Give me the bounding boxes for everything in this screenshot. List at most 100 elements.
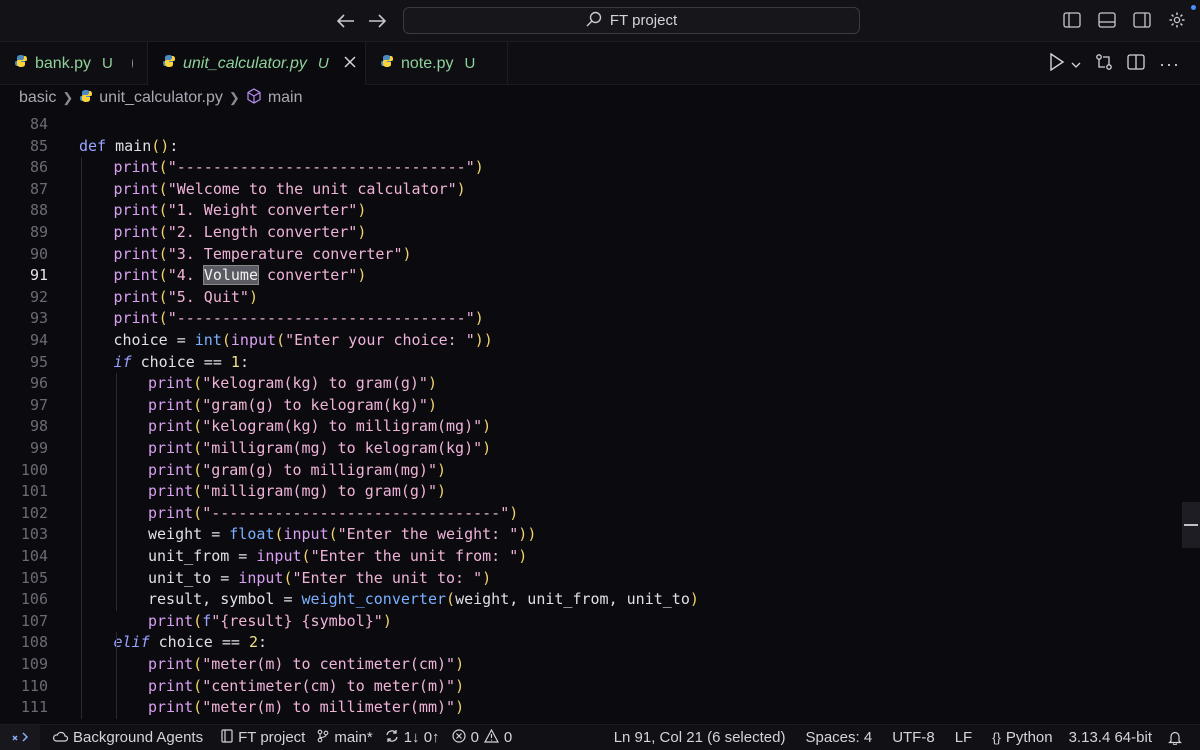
breadcrumb-symbol[interactable]: main xyxy=(268,89,303,107)
code-text: print("centimeter(cm) to meter(m)") xyxy=(148,676,465,695)
code-line[interactable]: 85 def main(): xyxy=(0,136,1160,158)
project-item[interactable]: FT project xyxy=(215,728,311,747)
selected-text: Volume xyxy=(202,265,260,286)
close-icon[interactable] xyxy=(344,55,356,73)
code-line[interactable]: 101 print("milligram(mg) to gram(g)") xyxy=(0,481,1160,503)
code-line[interactable]: 98 print("kelogram(kg) to milligram(mg)") xyxy=(0,416,1160,438)
code-line[interactable]: 104 unit_from = input("Enter the unit fro… xyxy=(0,546,1160,568)
code-text: def main(): xyxy=(79,136,179,155)
more-actions-icon[interactable]: ··· xyxy=(1159,54,1180,75)
open-changes-icon[interactable] xyxy=(1095,53,1113,76)
code-line[interactable]: 106 result, symbol = weight_converter(wei… xyxy=(0,589,1160,611)
forward-arrow-icon[interactable] xyxy=(364,8,390,34)
background-agents-item[interactable]: Background Agents xyxy=(46,729,209,746)
encoding-item[interactable]: UTF-8 xyxy=(886,729,941,746)
code-text: print("--------------------------------"… xyxy=(113,158,484,177)
chevron-right-icon: ❯ xyxy=(62,90,74,105)
breadcrumb-file[interactable]: unit_calculator.py xyxy=(99,89,223,107)
code-line[interactable]: 95 if choice == 1: xyxy=(0,352,1160,374)
back-arrow-icon[interactable] xyxy=(333,8,359,34)
code-line[interactable]: 96 print("kelogram(kg) to gram(g)") xyxy=(0,373,1160,395)
code-text: print("--------------------------------"… xyxy=(113,309,484,328)
code-text: print("meter(m) to millimeter(mm)") xyxy=(148,698,465,717)
code-line[interactable]: 99 print("milligram(mg) to kelogram(kg)") xyxy=(0,438,1160,460)
line-number: 88 xyxy=(29,201,48,220)
line-number: 93 xyxy=(29,309,48,328)
notifications-bell-icon[interactable] xyxy=(1162,730,1188,745)
unsaved-dot-icon[interactable] xyxy=(131,59,133,68)
toggle-primary-sidebar-icon[interactable] xyxy=(1061,9,1083,31)
code-line[interactable]: 111 print("meter(m) to millimeter(mm)") xyxy=(0,697,1160,719)
run-python-file-icon[interactable] xyxy=(1049,52,1065,76)
status-bar: Background Agents FT project main* 1↓ 0↑… xyxy=(0,724,1200,750)
python-interpreter-item[interactable]: 3.13.4 64-bit xyxy=(1063,729,1158,746)
code-line[interactable]: 84 xyxy=(0,114,1160,136)
toggle-panel-icon[interactable] xyxy=(1096,9,1118,31)
line-number: 89 xyxy=(29,223,48,241)
eol-item[interactable]: LF xyxy=(949,729,979,746)
project-icon xyxy=(221,728,233,747)
settings-gear-icon[interactable] xyxy=(1166,9,1188,31)
code-line[interactable]: 107 print(f"{result} {symbol}") xyxy=(0,611,1160,633)
code-text: print("milligram(mg) to gram(g)") xyxy=(148,482,447,501)
scrollbar-thumb[interactable] xyxy=(1182,502,1200,548)
toggle-secondary-sidebar-icon[interactable] xyxy=(1131,9,1153,31)
code-text: print("5. Quit") xyxy=(113,287,259,306)
title-bar: FT project xyxy=(0,0,1200,42)
code-line[interactable]: 89 print("2. Length converter") xyxy=(0,222,1160,244)
line-number: 97 xyxy=(29,395,48,414)
code-line[interactable]: 86 print("-------------------------------… xyxy=(0,157,1160,179)
remote-indicator-icon[interactable] xyxy=(0,724,40,750)
line-number: 110 xyxy=(20,676,48,695)
code-line[interactable]: 88 print("1. Weight converter") xyxy=(0,200,1160,222)
tab-bank-py[interactable]: bank.py U xyxy=(0,42,148,85)
code-line[interactable]: 90 print("3. Temperature converter") xyxy=(0,244,1160,266)
chevron-right-icon: ❯ xyxy=(228,90,240,105)
notification-dot xyxy=(1191,5,1196,10)
language-mode-item[interactable]: {} Python xyxy=(986,729,1058,746)
code-text: print("kelogram(kg) to gram(g)") xyxy=(148,374,437,393)
code-text: print("--------------------------------"… xyxy=(148,503,519,522)
code-line[interactable]: 91 print("4. Volume converter") xyxy=(0,265,1160,287)
line-number: 90 xyxy=(29,244,48,263)
cursor-position-item[interactable]: Ln 91, Col 21 (6 selected) xyxy=(608,729,792,746)
git-sync-label: 1↓ 0↑ xyxy=(403,729,440,746)
editor-tab-bar: bank.py U unit_calculator.py U note.py U xyxy=(0,42,1200,85)
code-line[interactable]: 87 print("Welcome to the unit calculator"… xyxy=(0,179,1160,201)
tab-note-py[interactable]: note.py U xyxy=(366,42,508,85)
code-line[interactable]: 110 print("centimeter(cm) to meter(m)") xyxy=(0,676,1160,698)
line-number: 96 xyxy=(29,374,48,393)
split-editor-icon[interactable] xyxy=(1127,54,1145,75)
code-line[interactable]: 97 print("gram(g) to kelogram(kg)") xyxy=(0,395,1160,417)
breadcrumb: basic ❯ unit_calculator.py ❯ main xyxy=(0,85,1200,111)
breadcrumb-folder[interactable]: basic xyxy=(19,89,56,107)
code-line[interactable]: 94 choice = int(input("Enter your choice:… xyxy=(0,330,1160,352)
line-number: 87 xyxy=(29,179,48,198)
code-line[interactable]: 105 unit_to = input("Enter the unit to: "… xyxy=(0,568,1160,590)
chevron-down-icon[interactable] xyxy=(1071,56,1081,74)
git-branch-item[interactable]: main* xyxy=(311,729,378,747)
line-number: 84 xyxy=(29,115,48,133)
tab-unit-calculator-py[interactable]: unit_calculator.py U xyxy=(148,42,366,85)
code-line[interactable]: 102 print("------------------------------… xyxy=(0,503,1160,525)
command-center-search[interactable]: FT project xyxy=(403,7,860,34)
search-icon xyxy=(586,11,602,31)
code-line[interactable]: 109 print("meter(m) to centimeter(cm)") xyxy=(0,654,1160,676)
search-label: FT project xyxy=(609,12,678,29)
indentation-item[interactable]: Spaces: 4 xyxy=(799,729,878,746)
code-line[interactable]: 103 weight = float(input("Enter the weigh… xyxy=(0,524,1160,546)
python-file-icon xyxy=(380,54,394,73)
line-number: 86 xyxy=(29,158,48,177)
git-branch-label: main* xyxy=(334,729,373,746)
git-sync-item[interactable]: 1↓ 0↑ xyxy=(379,729,446,747)
code-editor[interactable]: 84 85 def main(): 86 print("----------------… xyxy=(0,112,1200,724)
code-line[interactable]: 100 print("gram(g) to milligram(mg)") xyxy=(0,460,1160,482)
code-line[interactable]: 92 print("5. Quit") xyxy=(0,287,1160,309)
tab-label: bank.py xyxy=(35,54,92,72)
problems-item[interactable]: 0 0 xyxy=(446,728,519,747)
warning-triangle-icon xyxy=(483,728,499,747)
code-line[interactable]: 108 elif choice == 2: xyxy=(0,632,1160,654)
code-line[interactable]: 93 print("-------------------------------… xyxy=(0,308,1160,330)
code-text: choice = int(input("Enter your choice: "… xyxy=(113,331,493,349)
line-number: 103 xyxy=(20,525,48,544)
